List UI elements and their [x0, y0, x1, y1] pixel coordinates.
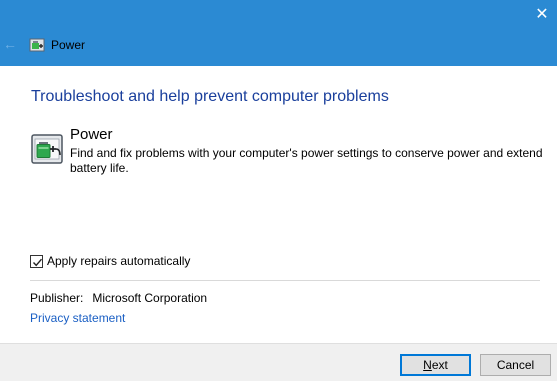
back-arrow-icon: ←: [3, 36, 17, 52]
next-button[interactable]: Next: [400, 354, 471, 376]
apply-repairs-label: Apply repairs automatically: [47, 254, 191, 268]
checkmark-icon: [32, 258, 43, 266]
apply-repairs-option[interactable]: Apply repairs automatically: [30, 253, 190, 269]
next-label: ext: [431, 358, 448, 372]
item-title: Power: [70, 126, 113, 143]
window-title: Power: [51, 38, 86, 52]
footer-bar: Next Cancel: [0, 343, 557, 381]
item-description: Find and fix problems with your computer…: [70, 146, 543, 175]
battery-plug-icon: [31, 134, 63, 164]
publisher-info: Publisher: Microsoft Corporation: [30, 291, 207, 305]
divider: [30, 280, 540, 281]
close-icon: ✕: [535, 6, 549, 23]
title-bar: ✕ ← Power: [0, 0, 557, 66]
publisher-label: Publisher:: [30, 291, 84, 305]
close-button[interactable]: ✕: [527, 0, 557, 30]
publisher-value: Microsoft Corporation: [92, 291, 208, 305]
apply-repairs-checkbox[interactable]: [30, 254, 43, 268]
privacy-statement-link[interactable]: Privacy statement: [30, 311, 125, 325]
back-button[interactable]: ←: [2, 35, 18, 53]
power-troubleshooter-icon: [29, 38, 45, 52]
page-heading: Troubleshoot and help prevent computer p…: [31, 88, 389, 105]
cancel-button[interactable]: Cancel: [480, 354, 551, 376]
next-mnemonic: N: [423, 358, 432, 372]
